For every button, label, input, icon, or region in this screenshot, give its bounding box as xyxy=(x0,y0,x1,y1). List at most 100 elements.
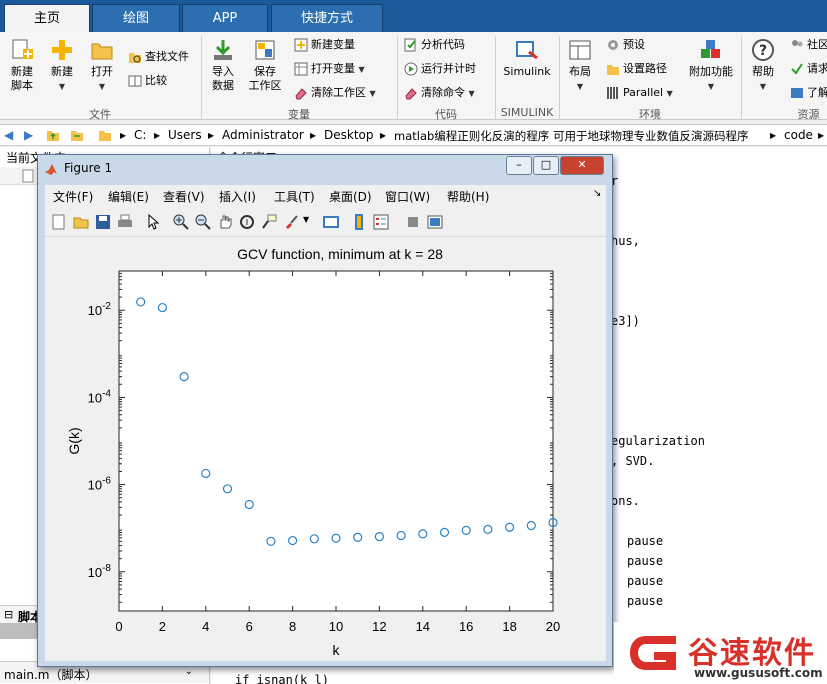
figure-toolbar: ▼ xyxy=(45,207,606,237)
learn-label: 了解 xyxy=(807,86,827,99)
pan-hand-icon[interactable] xyxy=(217,214,233,230)
open-dropdown-icon: ▼ xyxy=(98,82,106,91)
open-button[interactable]: 打开 ▼ xyxy=(86,38,118,94)
run-and-time-button[interactable]: 运行并计时 xyxy=(404,60,476,78)
selected-file-label: main.m（脚本） xyxy=(4,668,98,682)
tab-shortcuts[interactable]: 快捷方式 xyxy=(271,4,383,32)
path-segment[interactable]: C: xyxy=(134,128,146,142)
browse-folder-icon[interactable] xyxy=(70,128,84,142)
save-workspace-button[interactable]: 保存 工作区 xyxy=(246,38,284,93)
figure-title-bar[interactable]: Figure 1 – □ ✕ xyxy=(38,155,612,183)
menu-window[interactable]: 窗口(W) xyxy=(385,188,430,205)
menu-dock-arrow-icon[interactable]: ↘ xyxy=(593,188,601,199)
compare-label: 比较 xyxy=(145,74,167,87)
request-support-icon xyxy=(791,63,803,75)
axes-box[interactable] xyxy=(118,270,554,612)
path-separator-icon: ▸ xyxy=(208,128,215,142)
command-line: pause xyxy=(627,594,664,608)
x-tick-label: 12 xyxy=(372,619,386,634)
new-button[interactable]: 新建 ▼ xyxy=(46,38,78,94)
close-icon: ✕ xyxy=(577,158,587,171)
learn-button[interactable]: 了解 xyxy=(790,84,827,102)
tab-home[interactable]: 主页 xyxy=(4,4,90,32)
colorbar-icon[interactable] xyxy=(351,214,367,230)
help-button[interactable]: ? 帮助 ▼ xyxy=(746,38,780,94)
pointer-icon[interactable] xyxy=(145,214,161,230)
path-segment[interactable]: matlab编程正则化反演的程序 可用于地球物理专业数值反演源码程序 xyxy=(394,128,748,144)
layout-label: 布局 xyxy=(569,65,591,78)
new-figure-icon[interactable] xyxy=(51,214,67,230)
clear-workspace-button[interactable]: 清除工作区 ▼ xyxy=(294,84,376,102)
community-button[interactable]: 社区 xyxy=(790,36,827,54)
parallel-button[interactable]: Parallel ▼ xyxy=(606,84,673,102)
path-segment[interactable]: Users xyxy=(168,128,202,142)
link-plot-icon[interactable] xyxy=(323,214,339,230)
tab-apps[interactable]: APP xyxy=(182,4,268,32)
simulink-button[interactable]: Simulink xyxy=(500,38,554,79)
new-script-button[interactable]: 新建 脚本 xyxy=(6,38,38,93)
forward-arrow-icon[interactable]: ▶ xyxy=(24,128,33,142)
new-variable-button[interactable]: 新建变量 xyxy=(294,36,355,54)
print-icon[interactable] xyxy=(117,214,133,230)
menu-insert[interactable]: 插入(I) xyxy=(219,188,256,205)
parallel-dropdown-icon: ▼ xyxy=(666,89,673,98)
path-segment[interactable]: Administrator xyxy=(222,128,304,142)
compare-button[interactable]: 比较 xyxy=(128,72,167,90)
menu-view[interactable]: 查看(V) xyxy=(163,188,205,205)
close-button[interactable]: ✕ xyxy=(560,156,604,175)
show-plot-tools-icon[interactable] xyxy=(427,214,443,230)
open-variable-label: 打开变量 xyxy=(311,62,355,75)
plot-area[interactable]: GCV function, minimum at k = 28 0 2 4 6 8 10 1… xyxy=(45,237,606,661)
root-folder-icon xyxy=(99,131,111,141)
x-tick-label: 8 xyxy=(289,619,296,634)
import-data-button[interactable]: 导入 数据 xyxy=(206,38,240,93)
menu-help[interactable]: 帮助(H) xyxy=(447,188,489,205)
eraser-icon xyxy=(295,88,307,100)
hide-plot-tools-icon[interactable] xyxy=(405,214,421,230)
ribbon: 新建 脚本 新建 ▼ 打开 ▼ 查找文件 比较 文件 导入 数据 保存 工作区 新建… xyxy=(0,32,827,121)
open-variable-button[interactable]: 打开变量 ▼ xyxy=(294,60,365,78)
gear-icon xyxy=(608,40,618,50)
brush-icon[interactable] xyxy=(283,214,299,230)
x-tick-label: 0 xyxy=(115,619,122,634)
maximize-button[interactable]: □ xyxy=(533,156,559,175)
data-cursor-icon[interactable] xyxy=(261,214,277,230)
analyze-code-button[interactable]: 分析代码 xyxy=(404,36,465,54)
compare-icon xyxy=(128,75,142,87)
layout-button[interactable]: 布局 ▼ xyxy=(564,38,596,94)
analyze-code-label: 分析代码 xyxy=(421,38,465,51)
simulink-icon xyxy=(516,41,538,60)
figure-window[interactable]: Figure 1 – □ ✕ 文件(F) 编辑(E) 查看(V) 插入(I) 工… xyxy=(37,154,613,667)
zoom-out-icon[interactable] xyxy=(195,214,211,230)
menu-desktop[interactable]: 桌面(D) xyxy=(329,188,372,205)
addons-button[interactable]: 附加功能 ▼ xyxy=(686,38,736,94)
preferences-button[interactable]: 预设 xyxy=(606,36,645,54)
addons-dropdown-icon: ▼ xyxy=(707,82,715,91)
clear-commands-button[interactable]: 清除命令 ▼ xyxy=(404,84,475,102)
gcv-chart[interactable]: GCV function, minimum at k = 28 0 2 4 6 8 10 1… xyxy=(45,237,606,661)
menu-file[interactable]: 文件(F) xyxy=(53,188,93,205)
rotate-3d-icon[interactable] xyxy=(239,214,255,230)
x-tick-label: 16 xyxy=(459,619,473,634)
path-segment[interactable]: Desktop xyxy=(324,128,374,142)
minimize-button[interactable]: – xyxy=(506,156,532,175)
new-script-label: 新建 脚本 xyxy=(11,65,33,92)
tab-plots[interactable]: 绘图 xyxy=(92,4,180,32)
up-folder-icon[interactable] xyxy=(46,128,60,142)
brush-dropdown-icon[interactable]: ▼ xyxy=(303,215,309,224)
back-arrow-icon[interactable]: ◀ xyxy=(4,128,13,142)
tab-plots-label: 绘图 xyxy=(122,11,149,26)
set-path-button[interactable]: 设置路径 xyxy=(606,60,667,78)
find-files-button[interactable]: 查找文件 xyxy=(128,48,189,66)
path-separator-icon: ▸ xyxy=(310,128,317,142)
zoom-in-icon[interactable] xyxy=(173,214,189,230)
menu-tools[interactable]: 工具(T) xyxy=(274,188,315,205)
legend-icon[interactable] xyxy=(373,214,389,230)
request-support-button[interactable]: 请求 xyxy=(790,60,827,78)
path-segment[interactable]: code xyxy=(784,128,813,142)
menu-edit[interactable]: 编辑(E) xyxy=(108,188,149,205)
chevron-down-icon: ⌄ xyxy=(184,666,193,677)
run-and-time-label: 运行并计时 xyxy=(421,62,476,75)
save-icon[interactable] xyxy=(95,214,111,230)
open-file-icon[interactable] xyxy=(73,214,89,230)
